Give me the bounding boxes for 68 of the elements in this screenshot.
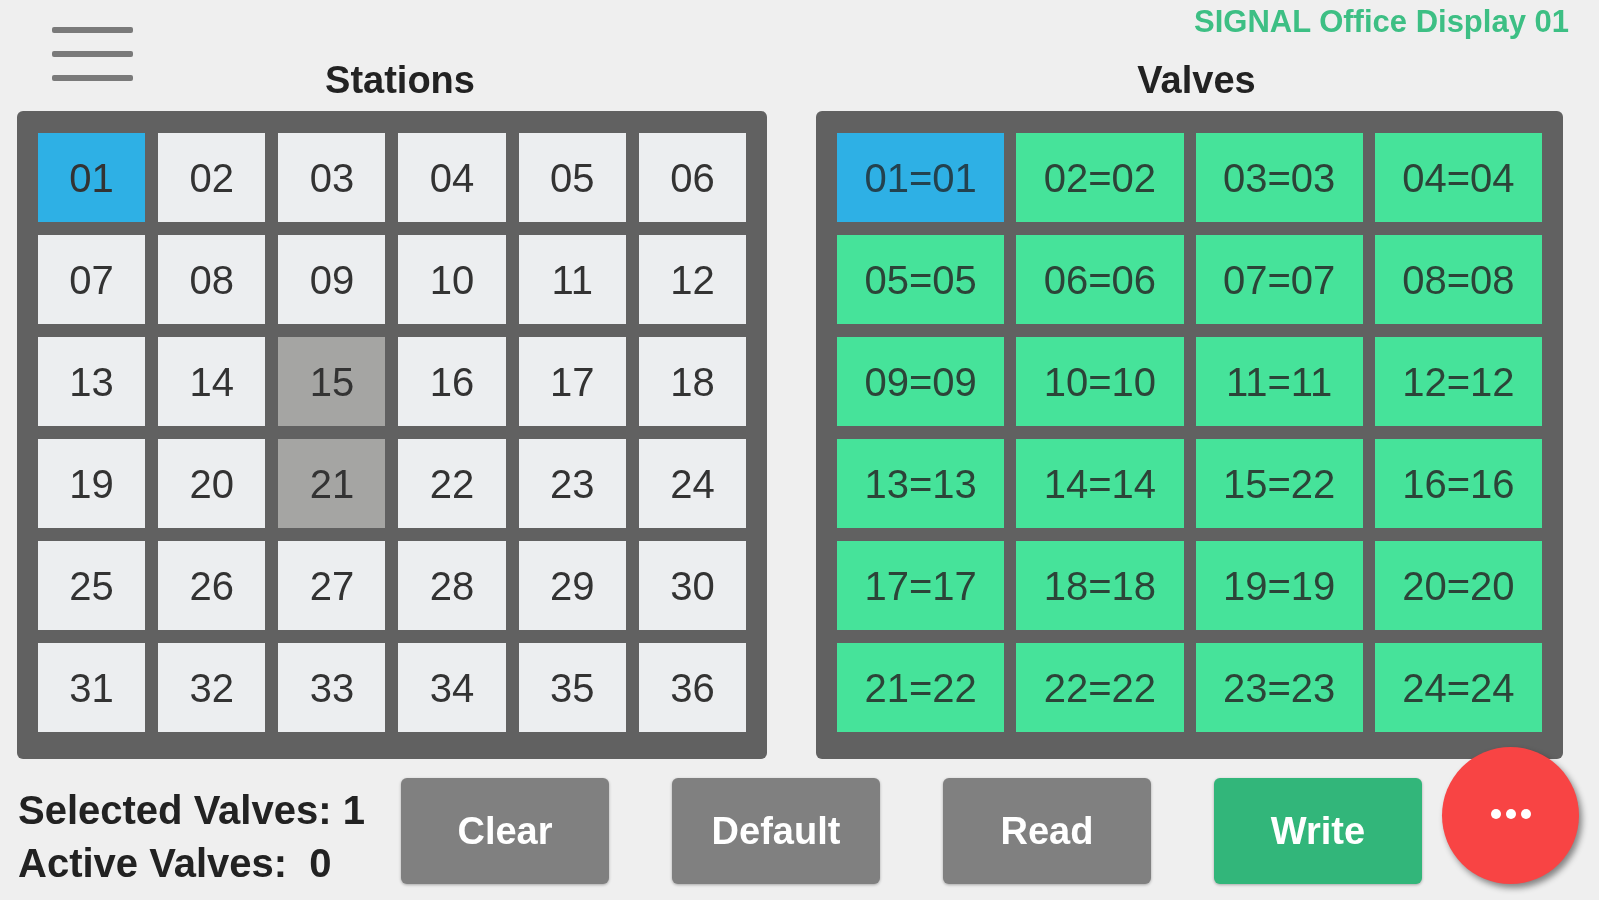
valve-tile[interactable]: 11=11 (1195, 337, 1363, 426)
station-tile[interactable]: 32 (158, 643, 266, 732)
valve-tile[interactable]: 10=10 (1016, 337, 1184, 426)
station-tile[interactable]: 22 (398, 439, 506, 528)
station-tile[interactable]: 19 (38, 439, 146, 528)
station-tile[interactable]: 23 (518, 439, 626, 528)
station-tile[interactable]: 05 (518, 133, 626, 222)
station-tile[interactable]: 24 (638, 439, 746, 528)
valve-tile[interactable]: 09=09 (837, 337, 1005, 426)
valve-tile[interactable]: 18=18 (1016, 541, 1184, 630)
more-icon (1490, 808, 1531, 819)
station-tile[interactable]: 31 (38, 643, 146, 732)
selected-valves-count: Selected Valves: 1 (18, 787, 365, 834)
station-tile[interactable]: 03 (278, 133, 386, 222)
valve-tile[interactable]: 23=23 (1195, 643, 1363, 732)
valve-tile[interactable]: 13=13 (837, 439, 1005, 528)
valve-tile[interactable]: 07=07 (1195, 235, 1363, 324)
action-button[interactable]: Clear (401, 778, 609, 884)
station-tile[interactable]: 27 (278, 541, 386, 630)
valve-tile[interactable]: 15=22 (1195, 439, 1363, 528)
valve-tile[interactable]: 19=19 (1195, 541, 1363, 630)
station-tile[interactable]: 04 (398, 133, 506, 222)
valve-tile[interactable]: 24=24 (1374, 643, 1542, 732)
action-button[interactable]: Default (672, 778, 880, 884)
station-tile[interactable]: 34 (398, 643, 506, 732)
station-tile[interactable]: 20 (158, 439, 266, 528)
menu-icon[interactable] (52, 27, 133, 81)
action-button[interactable]: Read (943, 778, 1151, 884)
valve-tile[interactable]: 04=04 (1374, 133, 1542, 222)
valve-tile[interactable]: 05=05 (837, 235, 1005, 324)
valve-tile[interactable]: 02=02 (1016, 133, 1184, 222)
station-tile[interactable]: 13 (38, 337, 146, 426)
station-tile[interactable]: 01 (38, 133, 146, 222)
station-tile[interactable]: 26 (158, 541, 266, 630)
station-tile[interactable]: 28 (398, 541, 506, 630)
valve-tile[interactable]: 16=16 (1374, 439, 1542, 528)
station-tile[interactable]: 12 (638, 235, 746, 324)
station-tile[interactable]: 08 (158, 235, 266, 324)
station-tile[interactable]: 11 (518, 235, 626, 324)
station-tile[interactable]: 36 (638, 643, 746, 732)
station-tile[interactable]: 29 (518, 541, 626, 630)
display-title: SIGNAL Office Display 01 (1194, 4, 1569, 40)
station-tile[interactable]: 33 (278, 643, 386, 732)
active-valves-count: Active Valves: 0 (18, 840, 332, 887)
valve-tile[interactable]: 01=01 (837, 133, 1005, 222)
valves-title: Valves (1136, 58, 1257, 103)
valve-tile[interactable]: 14=14 (1016, 439, 1184, 528)
station-tile[interactable]: 07 (38, 235, 146, 324)
station-tile[interactable]: 02 (158, 133, 266, 222)
station-tile[interactable]: 30 (638, 541, 746, 630)
valve-tile[interactable]: 12=12 (1374, 337, 1542, 426)
valve-tile[interactable]: 06=06 (1016, 235, 1184, 324)
valve-tile[interactable]: 17=17 (837, 541, 1005, 630)
valve-tile[interactable]: 21=22 (837, 643, 1005, 732)
station-tile[interactable]: 14 (158, 337, 266, 426)
valve-tile[interactable]: 03=03 (1195, 133, 1363, 222)
station-tile[interactable]: 35 (518, 643, 626, 732)
valve-tile[interactable]: 22=22 (1016, 643, 1184, 732)
valve-tile[interactable]: 08=08 (1374, 235, 1542, 324)
station-tile[interactable]: 16 (398, 337, 506, 426)
station-tile[interactable]: 25 (38, 541, 146, 630)
station-tile[interactable]: 17 (518, 337, 626, 426)
station-tile[interactable]: 18 (638, 337, 746, 426)
station-tile[interactable]: 10 (398, 235, 506, 324)
station-tile[interactable]: 06 (638, 133, 746, 222)
station-tile[interactable]: 09 (278, 235, 386, 324)
valve-tile[interactable]: 20=20 (1374, 541, 1542, 630)
stations-title: Stations (324, 58, 476, 103)
